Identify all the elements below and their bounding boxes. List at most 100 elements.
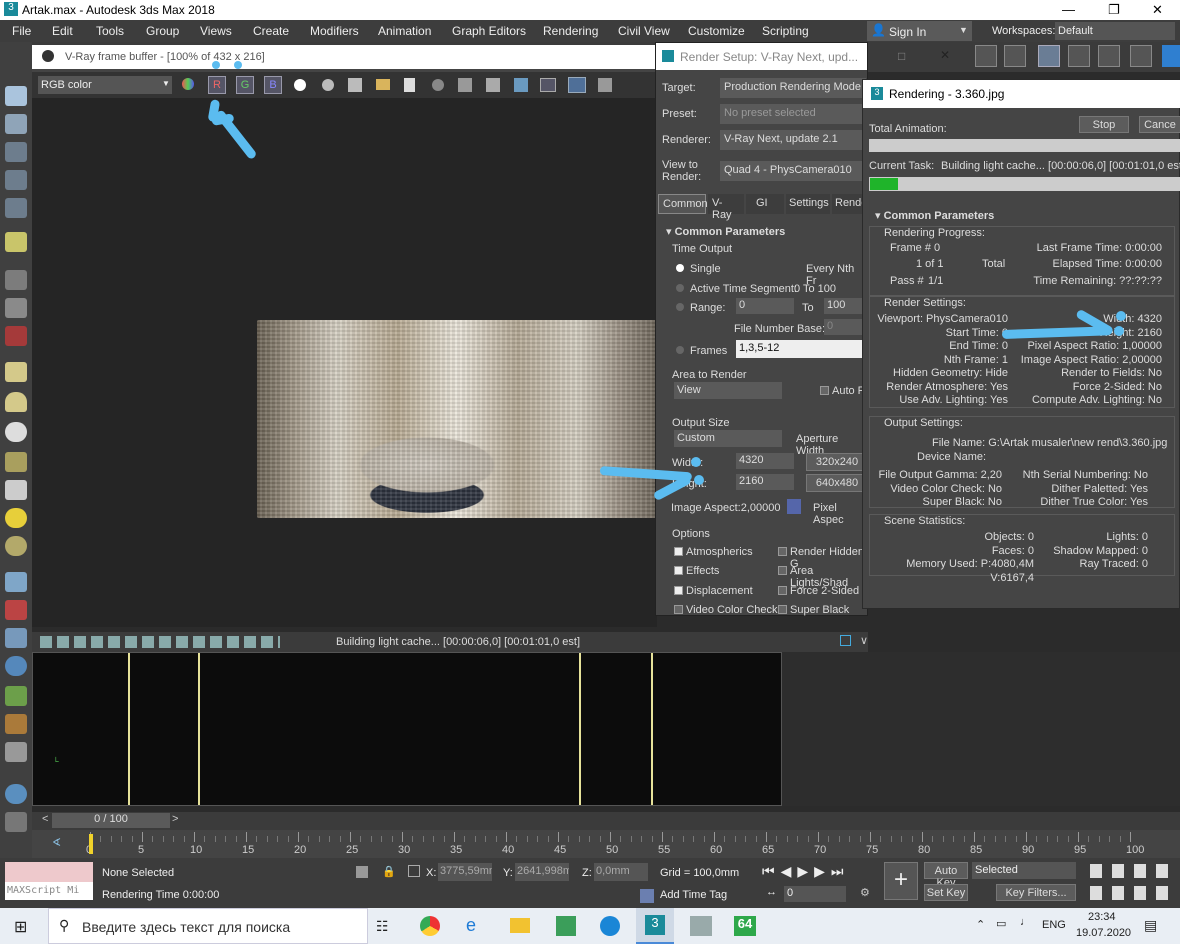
- current-frame-input[interactable]: 0: [784, 886, 846, 902]
- effects-checkbox[interactable]: [674, 566, 683, 575]
- crown-icon[interactable]: [5, 452, 27, 472]
- time-slider[interactable]: < 0 / 100 >: [32, 812, 1180, 830]
- layer-explorer-icon[interactable]: [1004, 45, 1026, 67]
- maximize-icon[interactable]: [840, 635, 851, 646]
- region-icon[interactable]: [486, 78, 500, 92]
- render-icon[interactable]: [5, 812, 27, 832]
- common-parameters-rollout[interactable]: ▾ Common Parameters: [666, 225, 785, 238]
- render-setup-icon[interactable]: [1162, 45, 1180, 67]
- dome-icon[interactable]: [5, 392, 27, 412]
- menu-customize[interactable]: Customize: [688, 24, 745, 38]
- close-icon[interactable]: ✕: [1152, 2, 1163, 18]
- material-editor-icon[interactable]: [1130, 45, 1152, 67]
- lens-effects-icon[interactable]: [598, 78, 612, 92]
- red-channel-button[interactable]: R: [208, 76, 226, 94]
- time-slider-thumb[interactable]: 0 / 100: [52, 813, 170, 828]
- render-frame-icon[interactable]: [5, 142, 27, 162]
- menu-animation[interactable]: Animation: [378, 24, 431, 38]
- atmospherics-checkbox[interactable]: [674, 547, 683, 556]
- single-radio[interactable]: [676, 264, 684, 272]
- tab-settings[interactable]: Settings: [786, 194, 830, 214]
- auto-region-checkbox[interactable]: [820, 386, 829, 395]
- time-tag-icon[interactable]: [640, 889, 654, 903]
- set-key-big-button[interactable]: +: [884, 862, 918, 900]
- settings-icon[interactable]: [5, 270, 27, 290]
- isolate-icon[interactable]: [356, 866, 368, 878]
- grid-array-icon[interactable]: [5, 572, 27, 592]
- view-select[interactable]: Quad 4 - PhysCamera010: [720, 161, 866, 181]
- menu-civil-view[interactable]: Civil View: [618, 24, 670, 38]
- menu-modifiers[interactable]: Modifiers: [310, 24, 359, 38]
- playback-controls[interactable]: ⏮◀▶▶⏭: [762, 863, 858, 883]
- list-icon[interactable]: [5, 170, 27, 190]
- menu-file[interactable]: File: [12, 24, 31, 38]
- menu-rendering[interactable]: Rendering: [543, 24, 598, 38]
- minimize-icon[interactable]: —: [1062, 2, 1075, 17]
- light-icon[interactable]: [5, 232, 27, 252]
- menu-create[interactable]: Create: [253, 24, 289, 38]
- track-view-icons[interactable]: [40, 636, 280, 648]
- active-segment-radio[interactable]: [676, 284, 684, 292]
- cloud-icon[interactable]: [5, 114, 27, 134]
- viewport-navigation-icons[interactable]: [1090, 864, 1170, 878]
- color-channels-icon[interactable]: [182, 78, 194, 90]
- chevron-down-icon[interactable]: ∨: [860, 634, 868, 647]
- menu-edit[interactable]: Edit: [52, 24, 73, 38]
- language-indicator[interactable]: ENG: [1042, 919, 1066, 931]
- blue-channel-button[interactable]: B: [264, 76, 282, 94]
- preset-select[interactable]: No preset selected: [720, 104, 866, 124]
- task-view-icon[interactable]: ☷: [376, 918, 389, 935]
- globe-icon[interactable]: [5, 656, 27, 676]
- tab-common[interactable]: Common: [658, 194, 708, 214]
- tripod-icon[interactable]: [5, 628, 27, 648]
- sign-in-button[interactable]: 👤 Sign In ▼: [867, 21, 972, 41]
- windows-start-icon[interactable]: ⊞: [14, 917, 27, 937]
- key-filters-button[interactable]: Key Filters...: [996, 884, 1076, 901]
- people-icon[interactable]: ⌃: [976, 918, 985, 931]
- grid-icon[interactable]: [5, 198, 27, 218]
- file-explorer-icon[interactable]: [510, 918, 530, 933]
- range-radio[interactable]: [676, 303, 684, 311]
- time-config-icon[interactable]: ⚙: [860, 886, 870, 899]
- frames-input[interactable]: 1,3,5-12: [736, 340, 866, 358]
- folder-icon[interactable]: [376, 79, 390, 90]
- teapot-icon[interactable]: [5, 86, 27, 106]
- force-2-sided-checkbox[interactable]: [778, 586, 787, 595]
- set-key-button[interactable]: Set Key: [924, 884, 968, 901]
- network-icon[interactable]: ▭: [996, 917, 1006, 930]
- menu-group[interactable]: Group: [146, 24, 179, 38]
- hair-icon[interactable]: [5, 714, 27, 734]
- auto-key-button[interactable]: Auto Key: [924, 862, 968, 889]
- renderer-select[interactable]: V-Ray Next, update 2.1: [720, 130, 866, 150]
- channel-select[interactable]: RGB color ▼: [38, 76, 172, 94]
- cancel-button[interactable]: Cance: [1139, 116, 1180, 133]
- fx-icon[interactable]: [5, 742, 27, 762]
- z-coordinate-input[interactable]: 0,0mm: [594, 863, 648, 881]
- sphere-icon[interactable]: [5, 298, 27, 318]
- white-circle-icon[interactable]: [294, 79, 306, 91]
- plane-icon[interactable]: [5, 362, 27, 382]
- key-mode-icon[interactable]: ↔: [766, 886, 777, 898]
- notifications-icon[interactable]: ▤: [1144, 917, 1157, 934]
- taskbar-3dsmax[interactable]: 3: [636, 908, 674, 944]
- size-640x480-button[interactable]: 640x480: [806, 474, 868, 492]
- output-preset-select[interactable]: Custom: [674, 430, 782, 447]
- add-time-tag-button[interactable]: Add Time Tag: [660, 889, 727, 901]
- frames-radio[interactable]: [676, 346, 684, 354]
- clipboard-icon[interactable]: [404, 78, 415, 92]
- tab-vray[interactable]: V-Ray: [708, 194, 744, 221]
- area-select[interactable]: View: [674, 382, 782, 399]
- teamviewer-icon[interactable]: [600, 916, 620, 936]
- absolute-mode-icon[interactable]: [408, 865, 420, 877]
- viewport-navigation-icons-2[interactable]: [1090, 886, 1170, 900]
- video-color-check-checkbox[interactable]: [674, 605, 683, 614]
- scene-explorer-icon[interactable]: [975, 45, 997, 67]
- lock-icon[interactable]: [787, 499, 801, 514]
- menu-graph-editors[interactable]: Graph Editors: [452, 24, 526, 38]
- maxscript-listener[interactable]: [5, 862, 93, 882]
- grey-circle-icon[interactable]: [322, 79, 334, 91]
- range-from-input[interactable]: 0: [736, 298, 794, 314]
- sun-icon[interactable]: [5, 508, 27, 528]
- menu-views[interactable]: Views: [200, 24, 232, 38]
- common-params-rollout[interactable]: ▾ Common Parameters: [875, 209, 994, 222]
